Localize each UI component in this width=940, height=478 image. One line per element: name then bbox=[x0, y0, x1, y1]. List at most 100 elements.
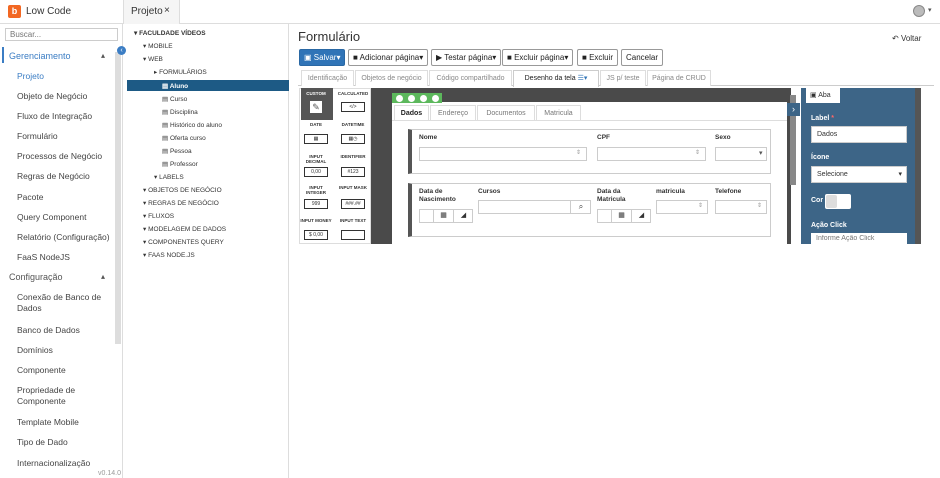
search-icon[interactable]: ⌕ bbox=[570, 200, 591, 214]
props-tab-aba[interactable]: ▣ Aba bbox=[806, 88, 840, 103]
tab-identificacao[interactable]: Identificação bbox=[301, 70, 354, 86]
delete-icon[interactable] bbox=[432, 95, 439, 102]
form-tab-documentos[interactable]: Documentos bbox=[477, 105, 535, 120]
eraser-icon[interactable]: ◢ bbox=[631, 209, 651, 223]
tree-form-aluno[interactable]: ▤ Aluno bbox=[162, 82, 188, 90]
props-scrollbar[interactable] bbox=[915, 88, 921, 244]
cpf-input[interactable] bbox=[597, 147, 706, 161]
save-button[interactable]: ▣ Salvar▾ bbox=[299, 49, 346, 66]
tree-node-web[interactable]: ▾ WEB bbox=[143, 55, 163, 63]
sidebar-item-formulario[interactable]: Formulário bbox=[17, 131, 112, 142]
form-tab-matricula[interactable]: Matricula bbox=[536, 105, 581, 120]
chevron-right-icon[interactable]: › bbox=[787, 103, 800, 116]
tree-node-fluxos[interactable]: ▾ FLUXOS bbox=[143, 212, 174, 220]
sidebar-item-objeto-negocio[interactable]: Objeto de Negócio bbox=[17, 91, 112, 102]
palette-scrollbar[interactable] bbox=[371, 88, 380, 244]
tree-root[interactable]: ▾ FACULDADE VÍDEOS bbox=[134, 29, 206, 37]
move-icon[interactable] bbox=[420, 95, 427, 102]
tree-node-labels[interactable]: ▾ LABELS bbox=[154, 173, 184, 181]
tab-objetos[interactable]: Objetos de negócio bbox=[355, 70, 428, 86]
delete-page-button[interactable]: ■ Excluir página▾ bbox=[502, 49, 574, 66]
voltar-button[interactable]: ↶ Voltar bbox=[892, 34, 921, 43]
sidebar-item-fluxo-integracao[interactable]: Fluxo de Integração bbox=[17, 111, 112, 122]
acao-click-input[interactable] bbox=[811, 233, 907, 244]
icone-select[interactable]: Selecione ▾ bbox=[811, 166, 907, 183]
text-icon[interactable] bbox=[341, 230, 365, 240]
spinner-icon[interactable]: ⇕ bbox=[576, 149, 581, 156]
spinner-icon[interactable]: ⇕ bbox=[695, 149, 700, 156]
tree-form-oferta[interactable]: ▤ Oferta curso bbox=[162, 134, 206, 142]
tab-codigo[interactable]: Código compartilhado bbox=[429, 70, 512, 86]
form-tab-dados[interactable]: Dados bbox=[394, 105, 429, 120]
identifier-icon[interactable]: #123 bbox=[341, 167, 365, 177]
spinner-icon[interactable]: ⇕ bbox=[698, 202, 703, 209]
nome-input[interactable] bbox=[419, 147, 587, 161]
tab-desenho[interactable]: Desenho da tela ☰▾ bbox=[513, 70, 599, 87]
calculated-icon[interactable]: </> bbox=[341, 102, 365, 112]
edit-icon[interactable] bbox=[408, 95, 415, 102]
close-icon[interactable]: × bbox=[164, 5, 170, 16]
tree-node-componentes[interactable]: ▾ COMPONENTES QUERY bbox=[143, 238, 224, 246]
sidebar-item-regras[interactable]: Regras de Negócio bbox=[17, 171, 112, 182]
calendar-icon[interactable]: ▦ bbox=[611, 209, 631, 223]
tree-node-regras[interactable]: ▾ REGRAS DE NEGÓCIO bbox=[143, 199, 219, 207]
datetime-icon[interactable]: ▦◷ bbox=[341, 134, 365, 144]
chevron-down-icon[interactable]: ▾ bbox=[759, 149, 763, 157]
date-icon[interactable]: ▦ bbox=[304, 134, 328, 144]
search-input[interactable] bbox=[5, 28, 118, 41]
chevron-up-icon[interactable]: ▴ bbox=[101, 51, 105, 60]
sidebar-item-propriedade[interactable]: Propriedade de Componente bbox=[17, 385, 112, 407]
custom-icon[interactable]: ✎ bbox=[310, 101, 322, 113]
tree-node-objetos[interactable]: ▾ OBJETOS DE NEGÓCIO bbox=[143, 186, 222, 194]
decimal-icon[interactable]: 0,00 bbox=[304, 167, 328, 177]
chevron-up-icon[interactable]: ▴ bbox=[101, 272, 105, 281]
sidebar-item-internacionalizacao[interactable]: Internacionalização bbox=[17, 458, 112, 469]
add-page-button[interactable]: ■ Adicionar página▾ bbox=[348, 49, 429, 66]
sidebar-section-configuracao[interactable]: Configuração bbox=[9, 272, 63, 282]
tree-form-disciplina[interactable]: ▤ Disciplina bbox=[162, 108, 198, 116]
sidebar-item-template-mobile[interactable]: Template Mobile bbox=[17, 417, 112, 428]
sidebar-item-conexao[interactable]: Conexão de Banco de Dados bbox=[17, 292, 112, 314]
mask-icon[interactable]: ###.## bbox=[341, 199, 365, 209]
sidebar-item-componente[interactable]: Componente bbox=[17, 365, 112, 376]
money-icon[interactable]: $ 0,00 bbox=[304, 230, 328, 240]
tree-form-historico[interactable]: ▤ Histórico do aluno bbox=[162, 121, 222, 129]
sidebar-scrollbar[interactable] bbox=[115, 52, 121, 344]
collapse-sidebar-icon[interactable]: ‹ bbox=[117, 46, 126, 55]
label-input[interactable]: Dados bbox=[811, 126, 907, 143]
tree-form-curso[interactable]: ▤ Curso bbox=[162, 95, 187, 103]
sidebar-item-banco[interactable]: Banco de Dados bbox=[17, 325, 112, 336]
test-page-button[interactable]: ▶ Testar página▾ bbox=[431, 49, 502, 66]
cancel-button[interactable]: Cancelar bbox=[621, 49, 664, 66]
tree-node-faas[interactable]: ▾ FAAS NODE.JS bbox=[143, 251, 195, 259]
user-avatar[interactable] bbox=[913, 5, 925, 17]
field-label-telefone: Telefone bbox=[715, 188, 742, 195]
sidebar-item-relatorio[interactable]: Relatório (Configuração) bbox=[17, 232, 112, 243]
tree-form-professor[interactable]: ▤ Professor bbox=[162, 160, 198, 168]
integer-icon[interactable]: 999 bbox=[304, 199, 328, 209]
calendar-icon[interactable]: ▦ bbox=[433, 209, 453, 223]
sidebar-item-processos[interactable]: Processos de Negócio bbox=[17, 151, 112, 162]
sidebar-item-tipo-dado[interactable]: Tipo de Dado bbox=[17, 437, 112, 448]
tree-form-pessoa[interactable]: ▤ Pessoa bbox=[162, 147, 192, 155]
sidebar-item-projeto[interactable]: Projeto bbox=[17, 71, 112, 82]
add-icon[interactable] bbox=[396, 95, 403, 102]
form-tab-endereco[interactable]: Endereço bbox=[430, 105, 476, 120]
tree-node-mobile[interactable]: ▾ MOBILE bbox=[143, 42, 173, 50]
sidebar-section-gerenciamento[interactable]: Gerenciamento bbox=[9, 51, 71, 61]
field-label-cpf: CPF bbox=[597, 134, 610, 141]
chevron-down-icon[interactable]: ▾ bbox=[928, 6, 932, 14]
tree-node-modelagem[interactable]: ▾ MODELAGEM DE DADOS bbox=[143, 225, 226, 233]
spinner-icon[interactable]: ⇕ bbox=[757, 202, 762, 209]
eraser-icon[interactable]: ◢ bbox=[453, 209, 473, 223]
sidebar-item-dominios[interactable]: Domínios bbox=[17, 345, 112, 356]
tab-projeto[interactable]: Projeto × bbox=[123, 0, 180, 24]
palette-label: INPUT TEXT bbox=[339, 218, 367, 223]
sidebar-item-query-component[interactable]: Query Component bbox=[17, 212, 112, 223]
tree-node-formularios[interactable]: ▸ FORMULÁRIOS bbox=[154, 68, 207, 76]
tab-crud[interactable]: Página de CRUD bbox=[647, 70, 711, 86]
tab-js[interactable]: JS p/ teste bbox=[600, 70, 646, 86]
delete-button[interactable]: ■ Excluir bbox=[577, 49, 619, 66]
sidebar-item-pacote[interactable]: Pacote bbox=[17, 192, 112, 203]
sidebar-item-faas[interactable]: FaaS NodeJS bbox=[17, 252, 112, 263]
